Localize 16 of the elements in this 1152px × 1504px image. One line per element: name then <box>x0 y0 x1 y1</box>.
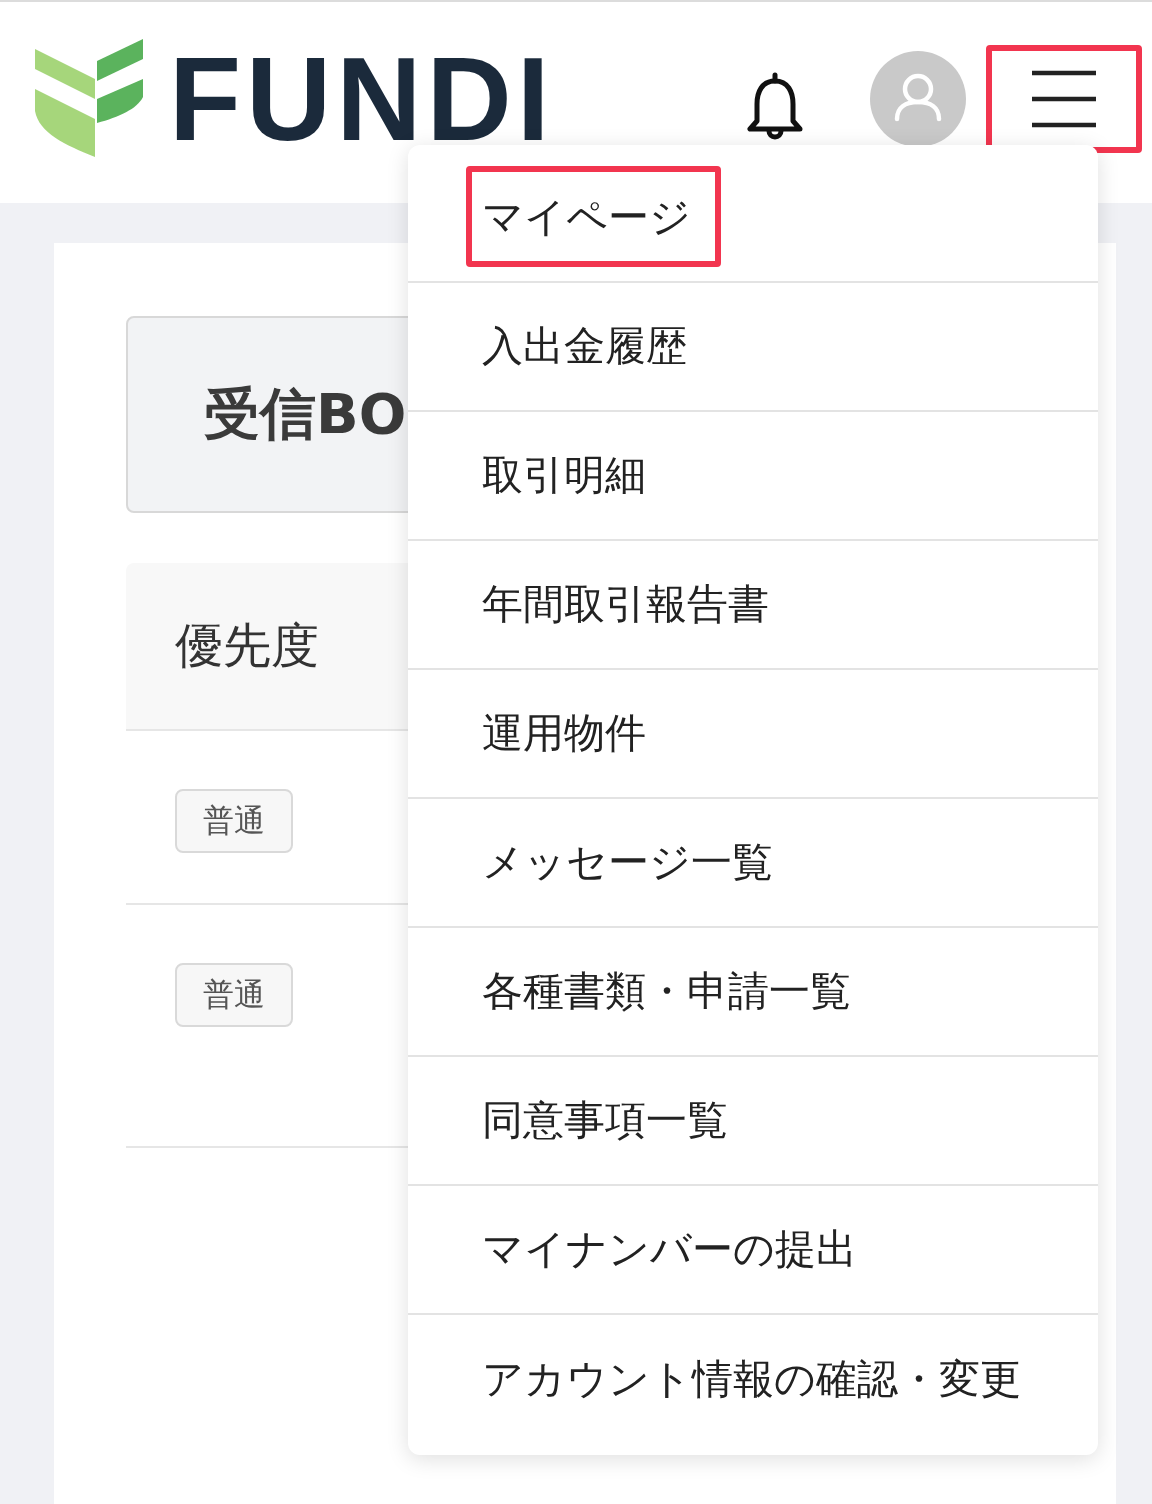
menu-item[interactable]: 年間取引報告書 <box>408 541 1098 670</box>
menu-item[interactable]: 入出金履歴 <box>408 283 1098 412</box>
menu-item[interactable]: 同意事項一覧 <box>408 1057 1098 1186</box>
menu-item[interactable]: マイページ <box>408 154 1098 283</box>
leaf-logo-icon <box>35 38 145 159</box>
menu-item[interactable]: メッセージ一覧 <box>408 799 1098 928</box>
menu-item[interactable]: 運用物件 <box>408 670 1098 799</box>
menu-icon <box>1031 69 1097 128</box>
priority-badge: 普通 <box>175 789 293 853</box>
priority-badge: 普通 <box>175 963 293 1027</box>
menu-item[interactable]: アカウント情報の確認・変更 <box>408 1315 1098 1444</box>
column-header: 優先度 <box>175 616 319 675</box>
inbox-title: 受信BO <box>204 379 407 448</box>
menu-item[interactable]: 取引明細 <box>408 412 1098 541</box>
menu-item[interactable]: 各種書類・申請一覧 <box>408 928 1098 1057</box>
menu-item[interactable]: マイナンバーの提出 <box>408 1186 1098 1315</box>
